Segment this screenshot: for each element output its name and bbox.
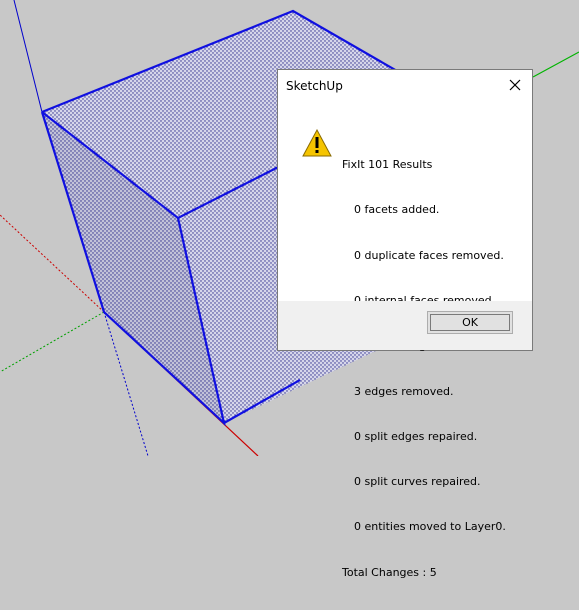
warning-icon <box>302 128 332 157</box>
green-axis-dotted <box>0 311 105 373</box>
result-line: 0 duplicate faces removed. <box>354 248 504 262</box>
results-heading: FixIt 101 Results <box>342 158 433 172</box>
blue-axis-solid <box>13 0 43 113</box>
ok-button[interactable]: OK <box>427 311 513 334</box>
close-icon[interactable] <box>506 76 524 94</box>
result-line: 0 facets added. <box>354 203 440 217</box>
result-line: 0 entities moved to Layer0. <box>354 520 506 534</box>
green-axis-solid <box>532 51 579 78</box>
total-changes: Total Changes : 5 <box>342 565 437 579</box>
dialog-title-bar[interactable]: SketchUp <box>278 70 532 102</box>
result-line: 0 split edges repaired. <box>354 429 478 443</box>
result-line: 3 edges removed. <box>354 384 454 398</box>
sketchup-message-dialog: SketchUp FixIt 101 Results 0 facets adde… <box>277 69 533 579</box>
dialog-title: SketchUp <box>286 79 343 93</box>
result-line: 0 split curves repaired. <box>354 475 481 489</box>
results-message: FixIt 101 Results 0 facets added. 0 dupl… <box>342 127 506 610</box>
dialog-footer: OK <box>278 301 532 350</box>
